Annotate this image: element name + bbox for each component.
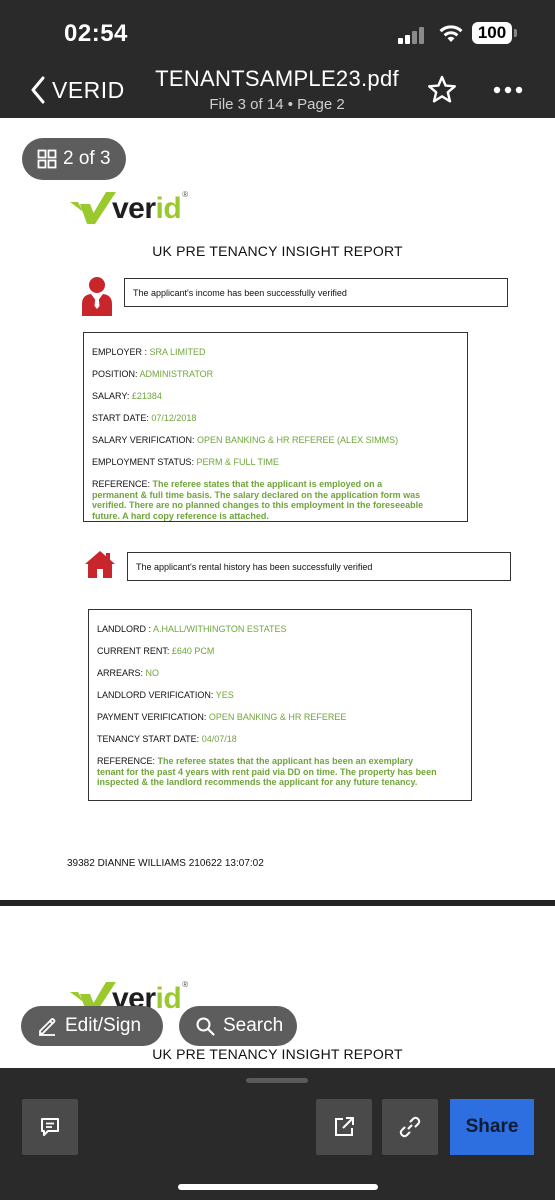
page-indicator-button[interactable]: 2 of 3	[22, 138, 126, 180]
tenancy-start-date-field: TENANCY START DATE: 04/07/18	[97, 734, 237, 744]
bottom-toolbar: Share	[0, 1068, 555, 1200]
back-chevron-icon	[31, 76, 45, 104]
share-button[interactable]: Share	[450, 1099, 534, 1155]
current-rent-field: CURRENT RENT: £640 PCM	[97, 646, 215, 656]
open-external-icon	[335, 1117, 354, 1136]
rental-verified-notice: The applicant's rental history has been …	[127, 552, 511, 581]
rental-details-box: LANDLORD : A.HALL/WITHINGTON ESTATES CUR…	[88, 609, 472, 801]
battery-nub	[514, 29, 517, 37]
status-bar: 02:54 100	[0, 0, 555, 62]
navigation-bar: VERID TENANTSAMPLE23.pdf File 3 of 14 • …	[0, 62, 555, 118]
pdf-viewer-screen: 02:54 100 VERID TENANTSAMPLE23.pdf File …	[0, 0, 555, 1200]
report-title-page3: UK PRE TENANCY INSIGHT REPORT	[152, 1046, 403, 1062]
back-label: VERID	[52, 76, 125, 103]
logo-registered-mark: ®	[182, 980, 189, 989]
document-footer-id: 39382 DIANNE WILLIAMS 210622 13:07:02	[67, 858, 264, 869]
grid-icon	[37, 149, 57, 169]
salary-field: SALARY: £21384	[92, 391, 162, 401]
income-details-box: EMPLOYER : SRA LIMITED POSITION: ADMINIS…	[83, 332, 468, 522]
payment-verification-field: PAYMENT VERIFICATION: OPEN BANKING & HR …	[97, 712, 347, 722]
rental-reference-field: REFERENCE: The referee states that the a…	[97, 756, 437, 787]
cellular-signal-icon	[398, 26, 428, 44]
logo-registered-mark: ®	[182, 190, 189, 199]
document-title: TENANTSAMPLE23.pdf	[155, 66, 399, 91]
person-icon	[82, 277, 112, 316]
salary-verification-field: SALARY VERIFICATION: OPEN BANKING & HR R…	[92, 435, 399, 445]
page-separator	[0, 900, 555, 906]
verid-logo: verid ®	[70, 190, 188, 224]
more-icon[interactable]	[492, 82, 524, 98]
search-label: Search	[223, 1015, 284, 1036]
logo-text: verid	[112, 192, 182, 225]
report-title: UK PRE TENANCY INSIGHT REPORT	[152, 243, 403, 259]
open-external-button[interactable]	[316, 1099, 372, 1155]
page-indicator-label: 2 of 3	[63, 148, 111, 169]
position-field: POSITION: ADMINISTRATOR	[92, 369, 214, 379]
search-button[interactable]: Search	[179, 1006, 297, 1046]
employment-status-field: EMPLOYMENT STATUS: PERM & FULL TIME	[92, 457, 280, 467]
status-time: 02:54	[64, 20, 128, 47]
comment-icon	[41, 1118, 59, 1136]
edit-sign-button[interactable]: Edit/Sign	[21, 1006, 163, 1046]
battery-indicator: 100	[472, 22, 512, 44]
drawer-handle[interactable]	[246, 1078, 308, 1083]
copy-link-button[interactable]	[382, 1099, 438, 1155]
arrears-field: ARREARS: NO	[97, 668, 160, 678]
landlord-verification-field: LANDLORD VERIFICATION: YES	[97, 690, 234, 700]
landlord-field: LANDLORD : A.HALL/WITHINGTON ESTATES	[97, 624, 287, 634]
home-indicator	[178, 1184, 378, 1190]
house-icon	[85, 551, 115, 578]
pen-icon	[39, 1018, 56, 1036]
income-verified-notice: The applicant's income has been successf…	[124, 278, 508, 307]
logo-check-mark	[70, 192, 116, 224]
search-icon	[196, 1017, 215, 1036]
start-date-field: START DATE: 07/12/2018	[92, 413, 197, 423]
star-icon[interactable]	[426, 74, 458, 106]
document-subtitle: File 3 of 14 • Page 2	[209, 96, 345, 113]
wifi-icon	[439, 25, 463, 42]
employer-field: EMPLOYER : SRA LIMITED	[92, 347, 206, 357]
edit-sign-label: Edit/Sign	[65, 1015, 142, 1036]
income-reference-field: REFERENCE: The referee states that the a…	[92, 479, 424, 521]
back-button[interactable]: VERID	[30, 74, 125, 106]
comment-button[interactable]	[22, 1099, 78, 1155]
link-icon	[399, 1116, 421, 1138]
